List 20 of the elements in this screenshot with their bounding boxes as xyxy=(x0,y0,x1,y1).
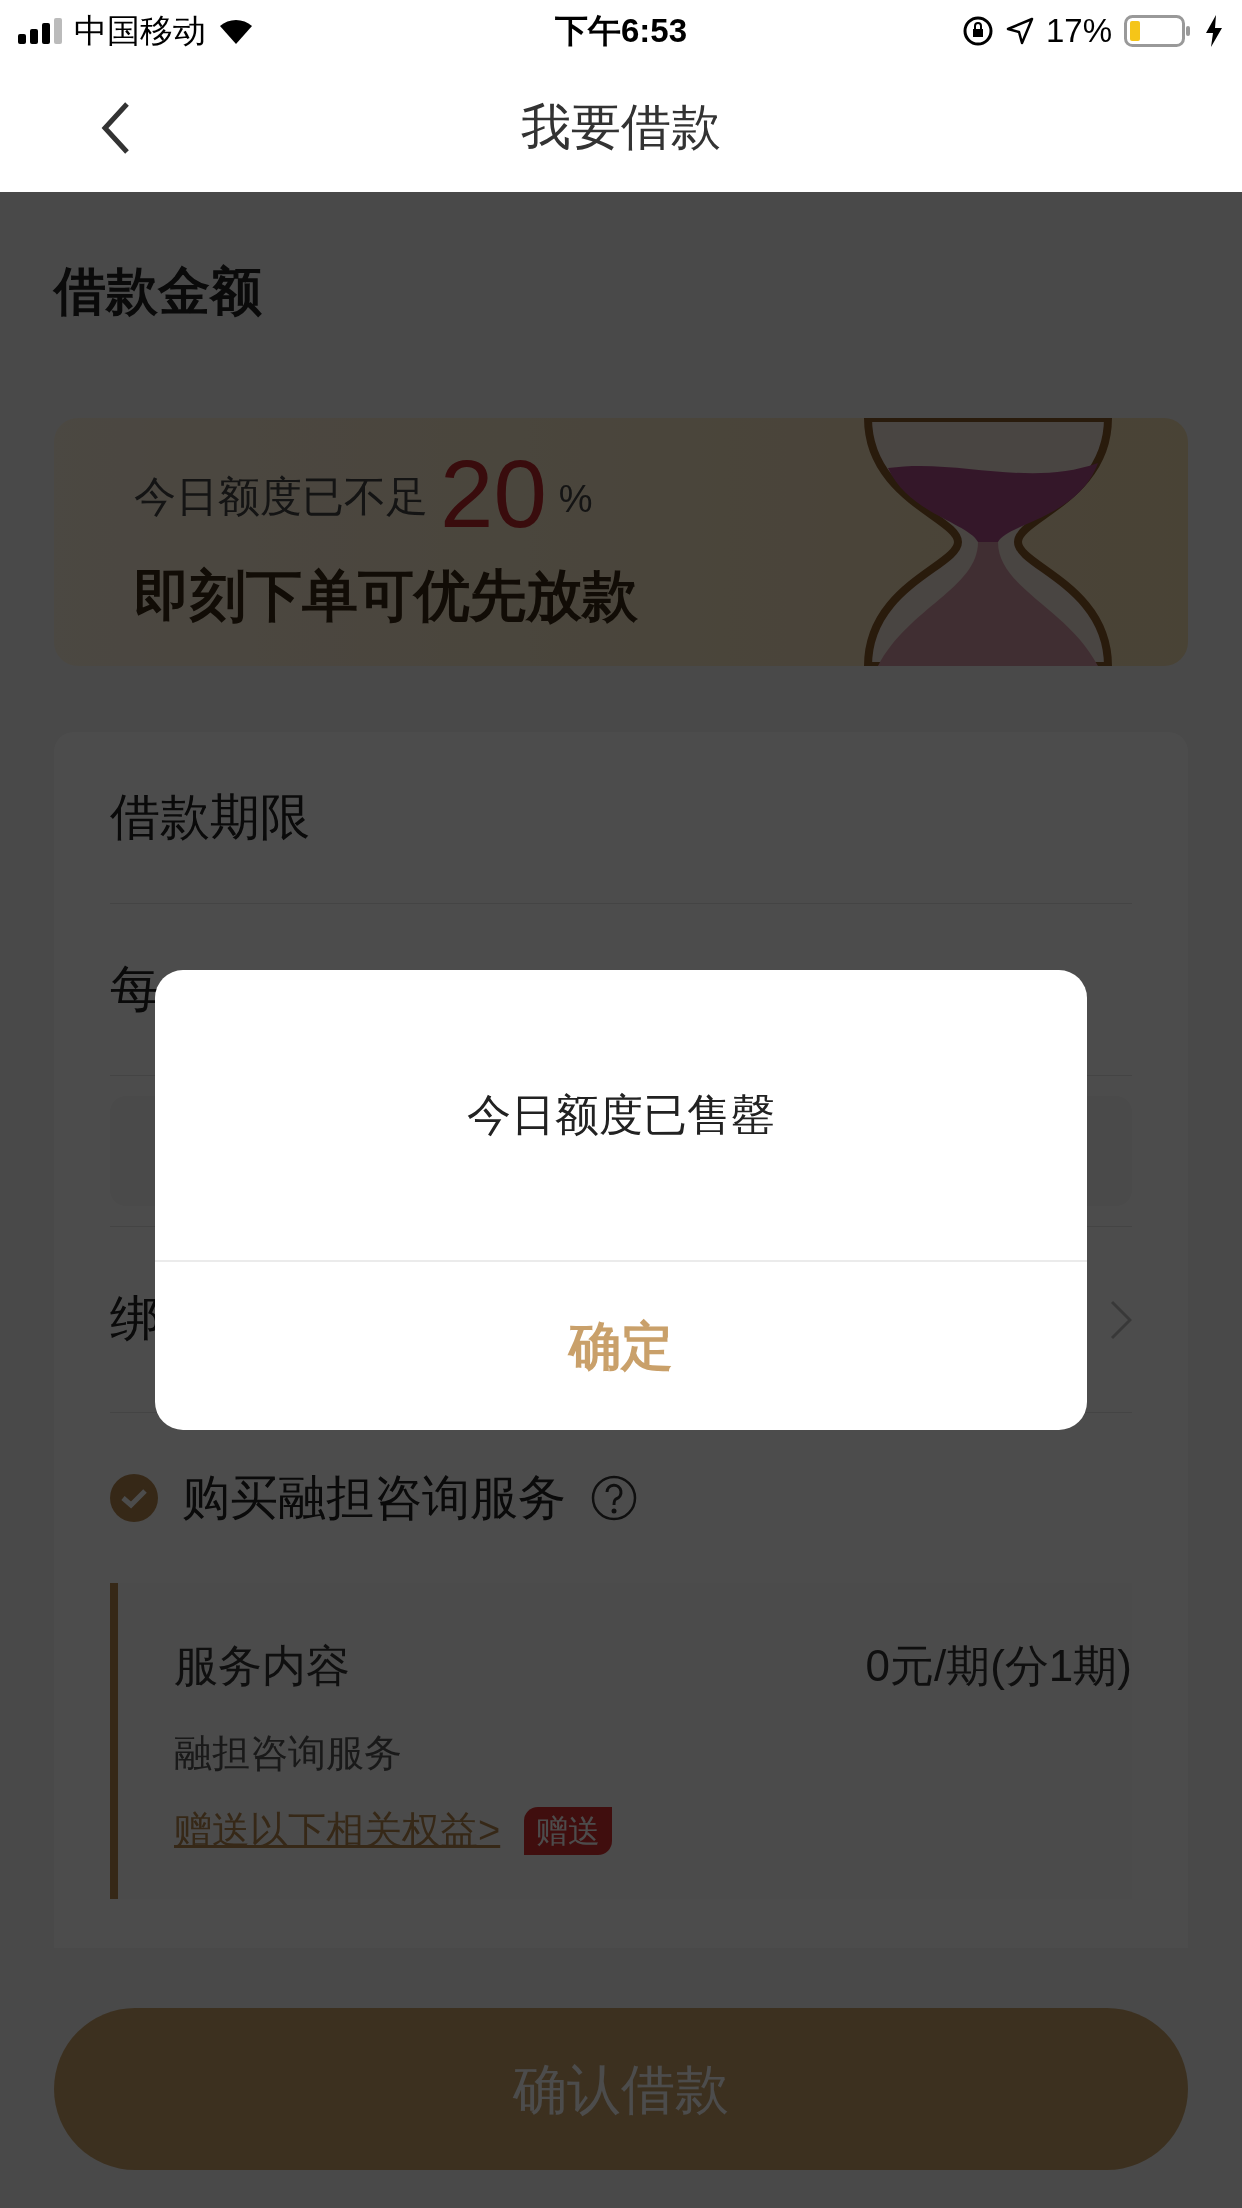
rotation-lock-icon xyxy=(961,15,994,47)
location-icon xyxy=(1005,17,1034,45)
banner-percent: 20 xyxy=(440,446,547,542)
status-time: 下午6:53 xyxy=(554,11,688,52)
row-label: 每 xyxy=(110,960,160,1019)
dialog-message: 今日额度已售罄 xyxy=(467,1089,775,1141)
banner-headline: 即刻下单可优先放款 xyxy=(134,563,638,629)
ok-button[interactable]: 确定 xyxy=(155,1262,1087,1430)
row-label: 借款期限 xyxy=(110,788,310,847)
service-price: 0元/期(分1期) xyxy=(865,1640,1132,1692)
percent-sign: % xyxy=(558,477,593,522)
service-content-label: 服务内容 xyxy=(174,1640,350,1692)
charging-icon xyxy=(1204,15,1224,47)
page-title: 我要借款 xyxy=(521,97,721,157)
service-label: 购买融担咨询服务 xyxy=(182,1470,566,1526)
carrier-name: 中国移动 xyxy=(74,11,206,52)
battery-percent: 17% xyxy=(1045,11,1112,52)
section-title: 借款金额 xyxy=(54,261,263,322)
battery-icon xyxy=(1124,15,1192,47)
signal-icon xyxy=(18,18,64,44)
